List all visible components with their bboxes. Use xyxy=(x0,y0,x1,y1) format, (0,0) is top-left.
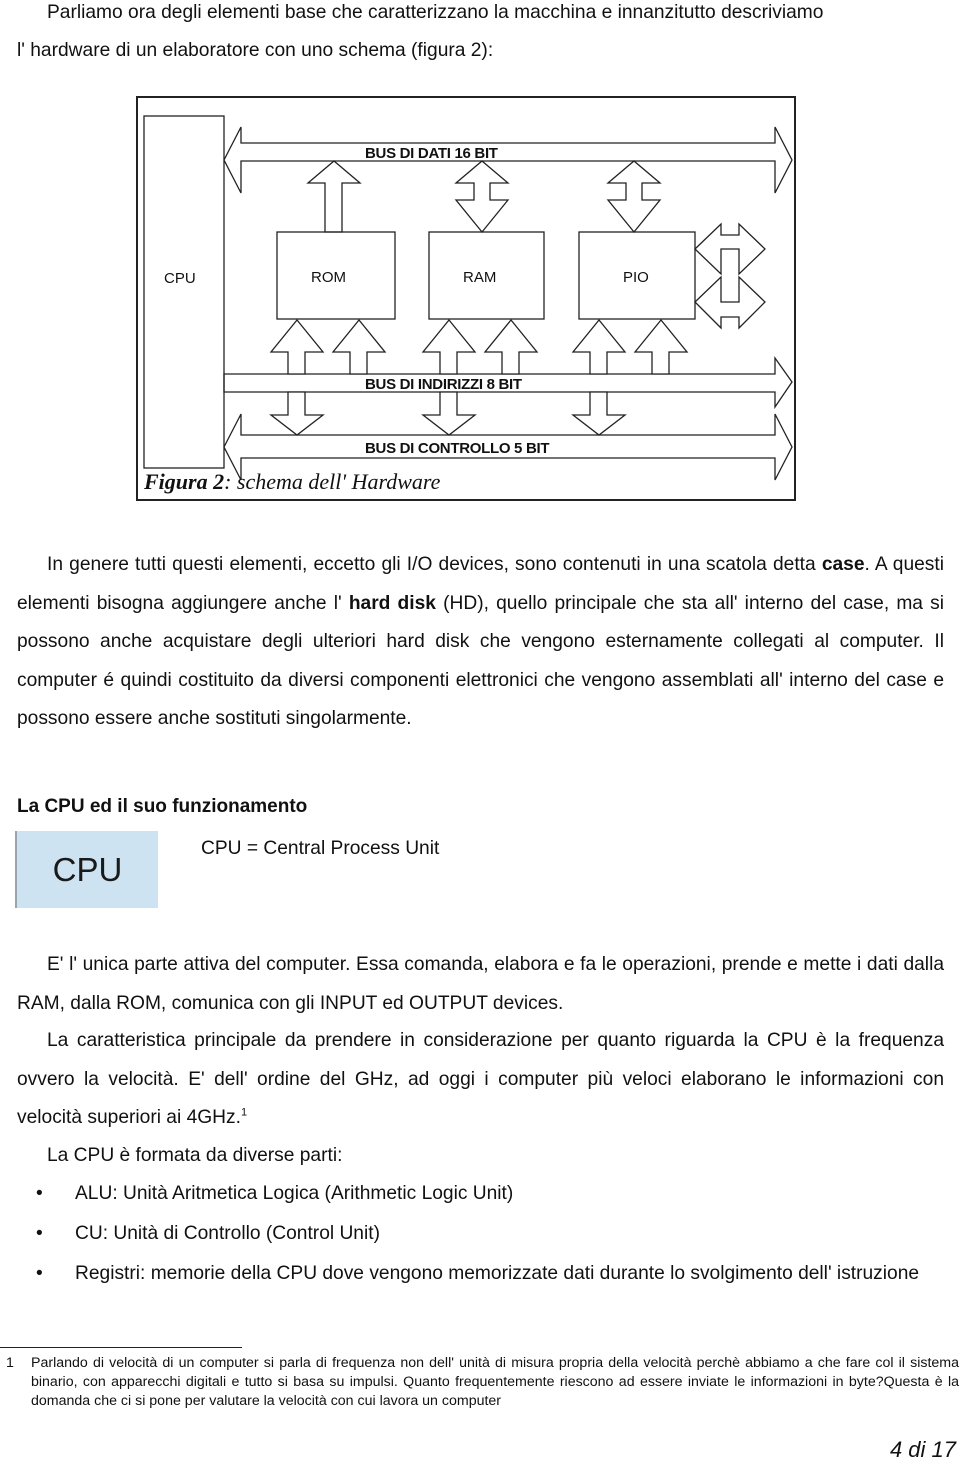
rom-block-label: ROM xyxy=(311,269,346,286)
pio-block-label: PIO xyxy=(623,269,649,286)
rom-address-arrow-1 xyxy=(269,318,325,375)
cpu-image: CPU xyxy=(15,831,158,908)
ram-address-arrow-2 xyxy=(483,318,539,375)
list-item: • ALU: Unità Aritmetica Logica (Arithmeti… xyxy=(0,1174,960,1214)
rom-address-arrow-2 xyxy=(331,318,387,375)
ram-block-label: RAM xyxy=(463,269,496,286)
paragraph-case-text-1: In genere tutti questi elementi, eccetto… xyxy=(47,554,822,575)
address-bus-label: BUS DI INDIRIZZI 8 BIT xyxy=(365,376,522,393)
rom-to-data-bus-arrow xyxy=(306,160,362,233)
ram-control-arrow xyxy=(421,391,477,436)
page-number: 4 di 17 xyxy=(889,1437,956,1462)
control-bus-label: BUS DI CONTROLLO 5 BIT xyxy=(365,440,549,457)
list-item: • Registri: memorie della CPU dove vengon… xyxy=(0,1254,960,1294)
intro-line-2: l' hardware di un elaboratore con uno sc… xyxy=(17,40,494,61)
rom-control-arrow xyxy=(269,391,325,436)
intro-line-1: Parliamo ora degli elementi base che car… xyxy=(47,2,824,23)
footnote-reference[interactable]: 1 xyxy=(241,1107,247,1119)
cpu-block-label: CPU xyxy=(164,270,196,287)
section-heading: La CPU ed il suo funzionamento xyxy=(17,796,308,817)
cpu-parts-list: • ALU: Unità Aritmetica Logica (Arithmeti… xyxy=(0,1174,960,1294)
data-bus-label: BUS DI DATI 16 BIT xyxy=(365,145,498,162)
cpu-definition: CPU = Central Process Unit xyxy=(201,838,440,859)
list-item: • CU: Unità di Controllo (Control Unit) xyxy=(0,1214,960,1254)
pio-address-arrow-2 xyxy=(633,318,689,375)
bullet-icon: • xyxy=(36,1183,43,1204)
figure-caption-number: Figura 2 xyxy=(144,469,225,494)
bullet-icon: • xyxy=(36,1223,43,1244)
term-case: case xyxy=(821,554,865,575)
footnote-separator xyxy=(0,1347,242,1348)
figure-caption-text: : schema dell' Hardware xyxy=(224,469,441,494)
hardware-diagram-svg: CPU BUS DI DATI 16 BIT ROM RAM PIO BUS D… xyxy=(143,115,793,481)
cpu-image-label: CPU xyxy=(52,850,123,888)
paragraph-active-part: E' l' unica parte attiva del computer. E… xyxy=(17,954,944,1014)
hardware-diagram: CPU BUS DI DATI 16 BIT ROM RAM PIO BUS D… xyxy=(136,96,796,501)
pio-io-arrow-upper xyxy=(694,222,766,276)
list-item-text: CU: Unità di Controllo (Control Unit) xyxy=(75,1223,380,1244)
bullet-icon: • xyxy=(36,1263,43,1284)
paragraph-frequency: La caratteristica principale da prendere… xyxy=(17,1022,944,1138)
pio-data-bus-arrow xyxy=(606,160,662,234)
paragraph-case: In genere tutti questi elementi, eccetto… xyxy=(17,546,944,739)
paragraph-frequency-text: La caratteristica principale da prendere… xyxy=(17,1030,944,1128)
term-hard-disk: hard disk xyxy=(348,592,436,614)
footnote-text: Parlando di velocità di un computer si p… xyxy=(31,1355,959,1409)
pio-address-arrow-1 xyxy=(571,318,627,375)
list-item-text: ALU: Unità Aritmetica Logica (Arithmetic… xyxy=(75,1183,514,1204)
pio-io-arrow-lower xyxy=(694,275,766,330)
cpu-block xyxy=(143,115,225,469)
figure-caption: Figura 2: schema dell' Hardware xyxy=(144,469,440,495)
parts-intro: La CPU è formata da diverse parti: xyxy=(47,1145,343,1166)
ram-data-bus-arrow xyxy=(454,160,510,234)
list-item-text: Registri: memorie della CPU dove vengono… xyxy=(75,1263,920,1284)
footnote-number: 1 xyxy=(6,1355,14,1371)
ram-address-arrow-1 xyxy=(421,318,477,375)
pio-control-arrow xyxy=(571,391,627,436)
